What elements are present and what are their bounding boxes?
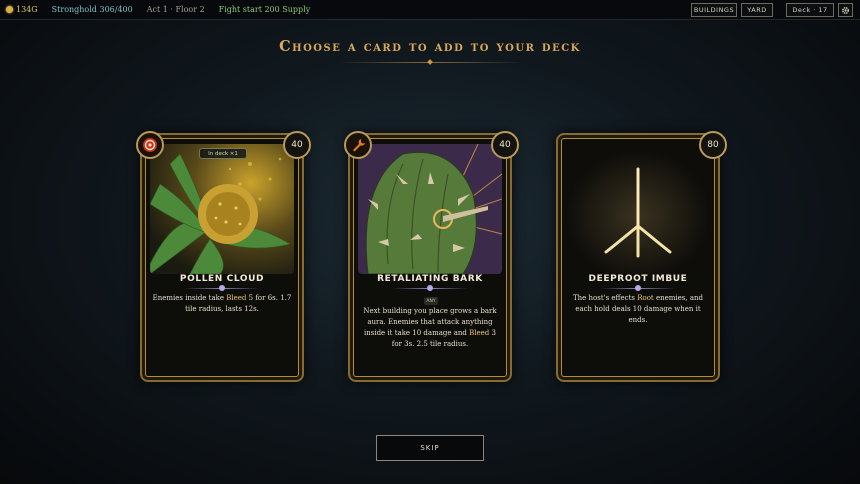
bleed-keyword: Bleed bbox=[226, 294, 247, 302]
card-name: DEEPROOT IMBUE bbox=[588, 274, 688, 284]
settings-button[interactable] bbox=[838, 3, 853, 17]
card-deeproot-imbue[interactable]: 80 DEEPROOT IMBUE The host's effects Roo… bbox=[556, 131, 727, 382]
card-divider-gem bbox=[427, 285, 433, 291]
card-cost: 40 bbox=[283, 131, 311, 159]
card-description: Next building you place grows a bark aur… bbox=[363, 307, 497, 348]
card-divider-gem bbox=[635, 285, 641, 291]
skip-button[interactable]: SKIP bbox=[376, 435, 484, 461]
bleed-keyword: Bleed bbox=[469, 329, 490, 337]
root-keyword: Root bbox=[637, 294, 654, 302]
target-icon bbox=[143, 138, 157, 152]
card-description: Enemies inside take Bleed 5 for 6s. 1.7 … bbox=[152, 294, 292, 313]
card-cost: 40 bbox=[491, 131, 519, 159]
fight-supply: Fight start 200 Supply bbox=[218, 5, 311, 14]
stronghold-hp: Stronghold 306/400 bbox=[51, 5, 133, 14]
act-floor: Act 1 · Floor 2 bbox=[146, 5, 205, 14]
card-art-bark bbox=[358, 144, 502, 274]
type-badge bbox=[136, 131, 164, 159]
card-pollen-cloud[interactable]: 40 POLLEN CLOUD Enemies inside take Blee… bbox=[136, 131, 311, 382]
title-diamond bbox=[427, 59, 433, 65]
yard-button[interactable]: YARD bbox=[741, 3, 773, 17]
card-name: RETALIATING BARK bbox=[377, 274, 483, 284]
gold-count: 134G bbox=[16, 5, 38, 14]
gear-icon bbox=[842, 6, 849, 14]
card-divider-gem bbox=[219, 285, 225, 291]
card-art-deeproot bbox=[566, 144, 710, 274]
card-retaliating-bark[interactable]: 40 RETALIATING BARK ANY Next building yo… bbox=[344, 131, 519, 382]
coin-icon bbox=[6, 6, 13, 13]
target-tag: ANY bbox=[424, 297, 438, 305]
wrench-icon bbox=[353, 139, 365, 152]
card-description: The host's effects Root enemies, and eac… bbox=[573, 294, 703, 324]
buildings-button[interactable]: BUILDINGS bbox=[691, 3, 737, 17]
type-badge bbox=[344, 131, 372, 159]
page-title: Choose a card to add to your deck bbox=[279, 38, 581, 55]
card-name: POLLEN CLOUD bbox=[179, 274, 265, 284]
card-art-pollen bbox=[150, 144, 294, 274]
in-deck-badge: In deck ×1 bbox=[199, 148, 247, 159]
deck-button[interactable]: Deck · 17 bbox=[786, 3, 834, 17]
card-cost: 80 bbox=[699, 131, 727, 159]
